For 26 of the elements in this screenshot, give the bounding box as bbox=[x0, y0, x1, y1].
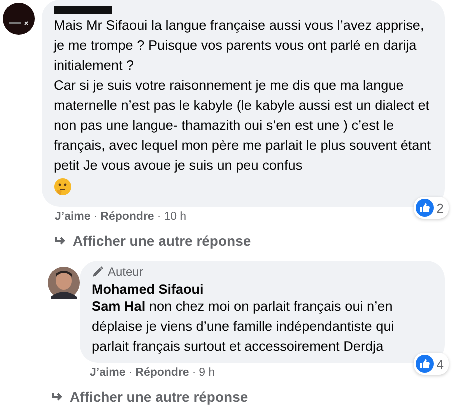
reaction-count[interactable]: 4 bbox=[414, 353, 449, 375]
avatar[interactable] bbox=[48, 267, 80, 299]
pencil-icon bbox=[92, 266, 104, 278]
more-replies-link[interactable]: Afficher une autre réponse bbox=[55, 233, 476, 249]
separator: · bbox=[94, 211, 98, 223]
badge-label: Auteur bbox=[108, 265, 144, 279]
timestamp: 10 h bbox=[164, 211, 187, 223]
separator: · bbox=[128, 367, 133, 379]
reply-arrow-icon bbox=[52, 392, 64, 402]
reply-arrow-icon bbox=[55, 236, 67, 246]
avatar[interactable] bbox=[3, 3, 35, 35]
separator: · bbox=[192, 367, 196, 379]
reaction-count[interactable]: 2 bbox=[414, 197, 449, 219]
like-link[interactable]: J’aime bbox=[90, 367, 126, 379]
timestamp: 9 h bbox=[199, 367, 216, 379]
like-link[interactable]: J’aime bbox=[55, 211, 91, 223]
comment-text: Mais Mr Sifaoui la langue française aussi vous l’avez apprise, je me trompe ? Puisque vos parents vous ont parlé en darija initialement ? bbox=[54, 17, 426, 75]
separator: · bbox=[157, 211, 162, 223]
more-replies-link[interactable]: Afficher une autre réponse bbox=[52, 389, 476, 405]
comment-text: Car si je suis votre raisonnement je me dis que ma langue maternelle n’est pas le kabyle (le kabyle aussi est un dialect et non pas une langue- thamazith oui s’en est une ) c’est le français, avec lequel mon père me parlait le plus souvent étant petit Je vous avoue je suis un peu confus bbox=[54, 77, 432, 175]
like-icon bbox=[416, 355, 434, 373]
comment-text: Sam Hal non chez moi on parlait français oui n’en déplaise je viens d’une famille indépendantiste qui parlait français surtout et accessoirement Derdja bbox=[92, 298, 396, 356]
author-name[interactable]: Mohamed Sifaoui bbox=[92, 282, 433, 297]
reply-link[interactable]: Répondre bbox=[136, 367, 190, 379]
reply-link[interactable]: Répondre bbox=[100, 211, 154, 223]
like-icon bbox=[416, 199, 434, 217]
